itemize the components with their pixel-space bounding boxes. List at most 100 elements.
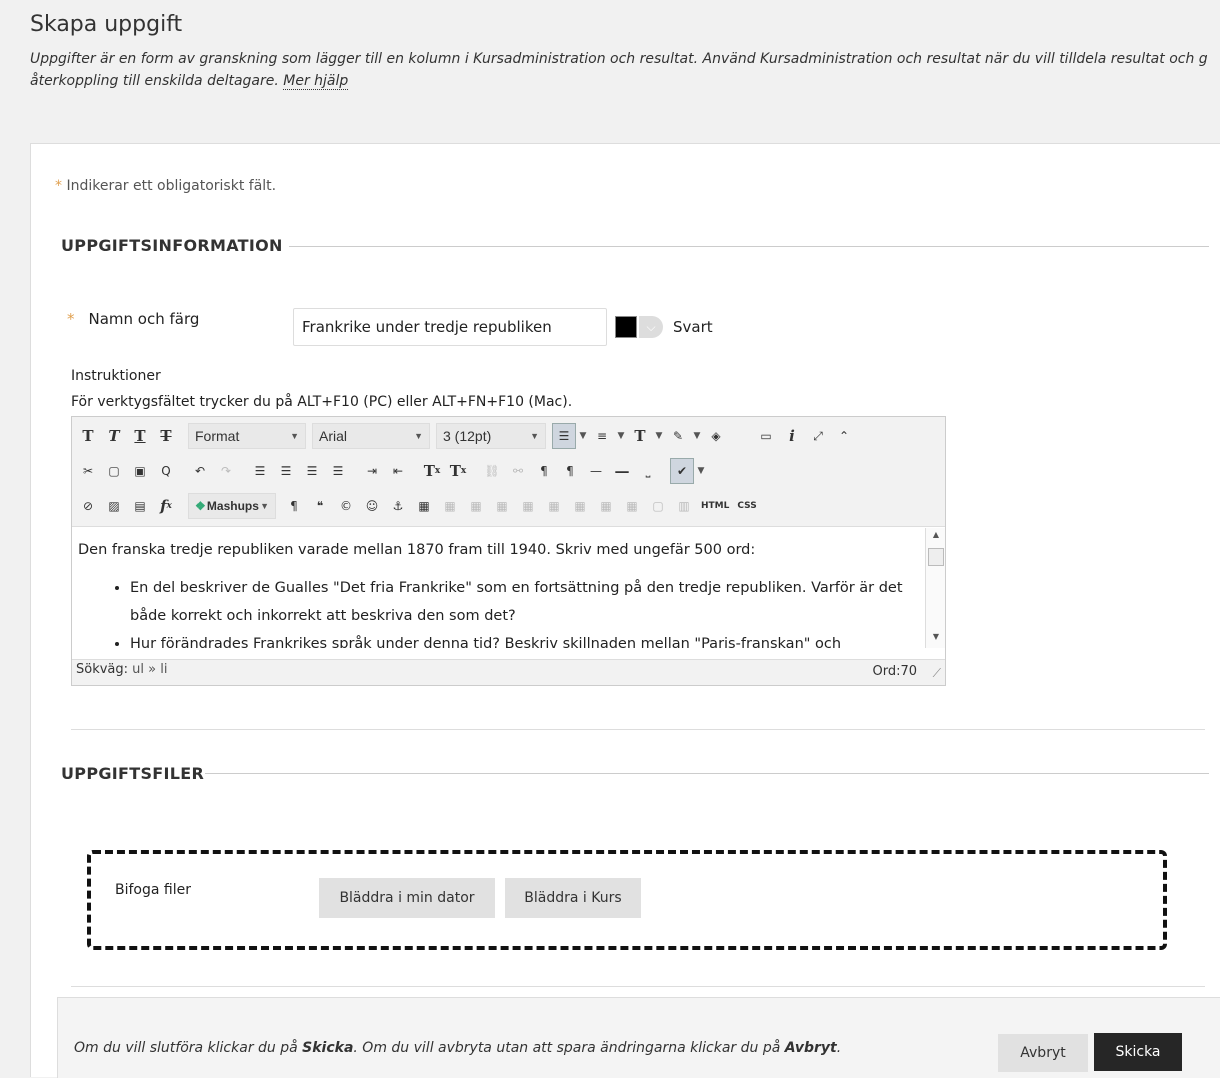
image-icon[interactable]: ▨ — [102, 493, 126, 519]
text-color-icon[interactable]: T — [628, 423, 652, 449]
resize-grip-icon[interactable]: ⟋ — [933, 666, 941, 681]
spellcheck-icon[interactable]: ✔ — [670, 458, 694, 484]
formula-icon[interactable]: fx — [154, 493, 178, 519]
footer-cancel-word: Avbryt — [784, 1040, 837, 1056]
link-icon[interactable]: ⛓ — [480, 458, 504, 484]
editor-scrollbar[interactable]: ▲ ▼ — [925, 528, 945, 648]
chevron-down-icon[interactable]: ▼ — [616, 431, 626, 441]
editor-content[interactable]: Den franska tredje republiken varade mel… — [72, 528, 924, 648]
name-input[interactable] — [293, 308, 607, 346]
paragraph-icon[interactable]: ¶ — [282, 493, 306, 519]
font-select[interactable]: Arial ▼ — [312, 423, 430, 449]
unlink-icon[interactable]: ⚯ — [506, 458, 530, 484]
nonbreaking-space-icon[interactable]: ⎵ — [636, 458, 660, 484]
outdent-icon[interactable]: ⇤ — [386, 458, 410, 484]
attach-icon[interactable]: ⊘ — [76, 493, 100, 519]
content-intro: Den franska tredje republiken varade mel… — [78, 542, 756, 558]
more-help-link[interactable]: Mer hjälp — [283, 73, 349, 90]
color-dropdown-icon[interactable]: ⌵ — [639, 316, 663, 338]
table-delete-row-icon[interactable]: ▦ — [542, 493, 566, 519]
html-button[interactable]: HTML — [698, 501, 732, 511]
font-select-value: Arial — [319, 428, 348, 444]
ltr-icon[interactable]: ¶ — [532, 458, 556, 484]
required-star-icon: * — [55, 178, 62, 194]
page-description: Uppgifter är en form av granskning som l… — [30, 48, 1220, 92]
anchor-icon[interactable]: ⚓ — [386, 493, 410, 519]
size-select[interactable]: 3 (12pt) ▼ — [436, 423, 546, 449]
chevron-down-icon: ▼ — [414, 431, 423, 441]
italic-icon[interactable]: T — [102, 423, 126, 449]
table-col-icon[interactable]: ▦ — [464, 493, 488, 519]
editor-toolbar: T T T T Format ▼ Arial ▼ 3 (12pt) ▼ ☰ ▼ ≡ ▼ T… — [72, 417, 945, 527]
chevron-down-icon[interactable]: ▼ — [696, 466, 706, 476]
thick-line-icon[interactable]: — — [610, 458, 634, 484]
superscript-icon[interactable]: Tx — [420, 458, 444, 484]
copyright-icon[interactable]: © — [334, 493, 358, 519]
list-item: Hur förändrades Frankrikes språk under d… — [130, 630, 918, 648]
paste-icon[interactable]: ▣ — [128, 458, 152, 484]
form-panel: * Indikerar ett obligatoriskt fält. UPPG… — [30, 143, 1220, 1078]
collapse-icon[interactable]: ⌃ — [832, 423, 856, 449]
bold-icon[interactable]: T — [76, 423, 100, 449]
path-label: Sökväg: — [76, 662, 129, 677]
submit-button[interactable]: Skicka — [1094, 1033, 1182, 1071]
quote-icon[interactable]: ❝ — [308, 493, 332, 519]
table-cell-icon[interactable]: ▦ — [490, 493, 514, 519]
subscript-icon[interactable]: Tx — [446, 458, 470, 484]
indent-icon[interactable]: ⇥ — [360, 458, 384, 484]
align-justify-icon[interactable]: ☰ — [326, 458, 350, 484]
table-props-icon[interactable]: ▥ — [672, 493, 696, 519]
underline-icon[interactable]: T — [128, 423, 152, 449]
format-select[interactable]: Format ▼ — [188, 423, 306, 449]
fullscreen-icon[interactable]: ⤢ — [806, 423, 830, 449]
scroll-thumb[interactable] — [928, 548, 944, 566]
browse-course-button[interactable]: Bläddra i Kurs — [505, 878, 641, 918]
chevron-down-icon[interactable]: ▼ — [692, 431, 702, 441]
copy-icon[interactable]: ▢ — [102, 458, 126, 484]
align-center-icon[interactable]: ☰ — [274, 458, 298, 484]
rtl-icon[interactable]: ¶ — [558, 458, 582, 484]
chevron-down-icon[interactable]: ▼ — [654, 431, 664, 441]
color-swatch[interactable] — [615, 316, 637, 338]
highlight-icon[interactable]: ✎ — [666, 423, 690, 449]
media-icon[interactable]: ▤ — [128, 493, 152, 519]
align-left-icon[interactable]: ☰ — [248, 458, 272, 484]
css-button[interactable]: CSS — [734, 501, 759, 511]
chevron-down-icon: ▼ — [260, 501, 269, 511]
horizontal-line-icon[interactable]: — — [584, 458, 608, 484]
emoticon-icon[interactable]: ☺ — [360, 493, 384, 519]
undo-icon[interactable]: ↶ — [188, 458, 212, 484]
mashups-select[interactable]: ❖ Mashups ▼ — [188, 493, 276, 519]
table-insert-col-icon[interactable]: ▦ — [568, 493, 592, 519]
table-row-icon[interactable]: ▦ — [438, 493, 462, 519]
table-icon[interactable]: ▦ — [412, 493, 436, 519]
table-delete-col-icon[interactable]: ▦ — [594, 493, 618, 519]
list-item: En del beskriver de Gualles "Det fria Fr… — [130, 574, 918, 630]
align-right-icon[interactable]: ☰ — [300, 458, 324, 484]
numbered-list-icon[interactable]: ≡ — [590, 423, 614, 449]
cut-icon[interactable]: ✂ — [76, 458, 100, 484]
bullet-list-icon[interactable]: ☰ — [552, 423, 576, 449]
footer-text: . Om du vill avbryta utan att spara ändr… — [353, 1040, 785, 1056]
cancel-button[interactable]: Avbryt — [998, 1034, 1088, 1072]
find-icon[interactable]: Q — [154, 458, 178, 484]
browse-computer-button[interactable]: Bläddra i min dator — [319, 878, 495, 918]
eraser-icon[interactable]: ◈ — [704, 423, 728, 449]
path-value[interactable]: ul » li — [132, 662, 167, 677]
table-insert-row-icon[interactable]: ▦ — [516, 493, 540, 519]
table-merge-icon[interactable]: ▢ — [646, 493, 670, 519]
info-icon[interactable]: i — [780, 423, 804, 449]
chevron-down-icon[interactable]: ▼ — [578, 431, 588, 441]
table-split-icon[interactable]: ▦ — [620, 493, 644, 519]
footer-text: Om du vill slutföra klickar du på — [74, 1040, 303, 1056]
redo-icon[interactable]: ↷ — [214, 458, 238, 484]
scroll-down-icon[interactable]: ▼ — [926, 632, 946, 646]
preview-icon[interactable]: ▭ — [754, 423, 778, 449]
attach-files-label: Bifoga filer — [115, 882, 191, 898]
strikethrough-icon[interactable]: T — [154, 423, 178, 449]
toolbar-row-3: ⊘ ▨ ▤ fx ❖ Mashups ▼ ¶ ❝ © ☺ ⚓ ▦ ▦ ▦ ▦ ▦ ▦… — [76, 490, 760, 522]
mashups-icon: ❖ — [195, 499, 206, 513]
scroll-up-icon[interactable]: ▲ — [926, 530, 946, 544]
content-bullet-list: En del beskriver de Gualles "Det fria Fr… — [78, 574, 918, 648]
description-line-2: återkoppling till enskilda deltagare. Me… — [30, 70, 1220, 92]
